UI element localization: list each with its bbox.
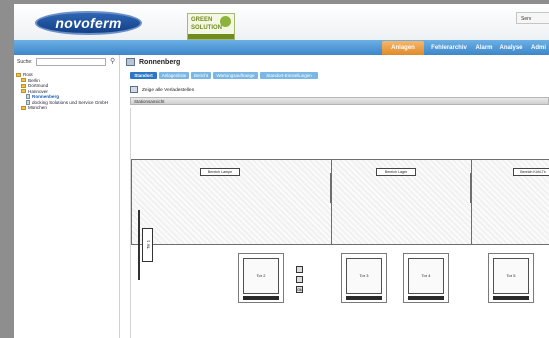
app-window: novoferm GREEN SOLUTION Serv Anlagen Feh… [14, 4, 549, 338]
folder-icon [21, 83, 26, 88]
side-door-label: Tor 1 [145, 240, 151, 249]
dock-leveler [346, 296, 382, 300]
show-all-checkbox[interactable] [130, 86, 138, 93]
tab-analyse[interactable]: Analyse [498, 41, 524, 55]
door-panel: Tor 4 [408, 258, 444, 294]
tree-item-label: docking Solutions und Service GmbH [32, 99, 109, 105]
logo-text: novoferm [55, 15, 122, 31]
partner-logo-line1: GREEN [191, 17, 213, 23]
sidebar: Suche: ⚲ Root Berlin Dortmund Hannover R… [14, 55, 120, 338]
side-door-tor-1[interactable]: Tor 1 [142, 228, 153, 262]
user-menu-button[interactable]: Serv [516, 12, 549, 24]
dock-leveler [493, 296, 529, 300]
tab-standort-einstellungen[interactable]: Standort-Einstellungen [260, 72, 318, 79]
location-icon [126, 58, 135, 66]
main-content: Ronnenberg Standort Anlagenliste Bericht… [126, 55, 549, 338]
tree-item-label: Hannover [28, 88, 48, 94]
zone-label: Bereich Kühl-Tk [513, 168, 549, 176]
door-tor-4[interactable]: Tor 4 [403, 253, 449, 303]
tree-item-label: Root [23, 72, 33, 77]
wall-opening [470, 173, 472, 203]
zone-label: Bereich Lampe [200, 168, 240, 176]
leaf-icon [220, 16, 231, 27]
zone-1[interactable]: Bereich Lampe [131, 159, 332, 245]
indicator-icon[interactable] [296, 266, 303, 273]
main-nav: Anlagen Fehlerarchiv Alarm Analyse Admi [14, 40, 549, 55]
tab-admin[interactable]: Admi [528, 41, 549, 55]
door-label: Tor 5 [506, 273, 516, 278]
location-tree: Root Berlin Dortmund Hannover Ronnenberg… [16, 72, 108, 111]
door-tor-5[interactable]: Tor 5 [488, 253, 534, 303]
folder-icon [16, 72, 21, 77]
door-panel: Tor 5 [493, 258, 529, 294]
tab-anlagen[interactable]: Anlagen [382, 41, 424, 55]
zone-3[interactable]: Bereich Kühl-Tk [471, 159, 549, 245]
tab-fehlerarchiv[interactable]: Fehlerarchiv [428, 41, 470, 55]
partner-logo: GREEN SOLUTION [187, 13, 235, 40]
wall-opening [330, 173, 332, 203]
search-icon[interactable]: ⚲ [110, 58, 118, 66]
zone-2[interactable]: Bereich Lager [331, 159, 472, 245]
user-button-label: Serv [521, 16, 532, 22]
page-title-text: Ronnenberg [139, 58, 181, 66]
door-label: Tor 2 [256, 273, 266, 278]
partner-logo-bar [188, 34, 234, 39]
door-panel: Tor 2 [243, 258, 279, 294]
door-status-indicators: Ok [296, 266, 303, 296]
search-label: Suche: [17, 59, 33, 65]
floor-plan: Bereich Lampe Bereich Lager Bereich Kühl… [130, 108, 549, 338]
view-toolbar: Zeige alle Verladestellen [130, 86, 194, 93]
search-input[interactable] [36, 58, 106, 66]
side-wall-marker [138, 210, 140, 280]
tree-item-label: Berlin [28, 77, 40, 83]
zone-label: Bereich Lager [376, 168, 416, 176]
tree-item-label: Ronnenberg [32, 94, 60, 99]
folder-icon [21, 78, 26, 83]
tree-item-label: München [28, 105, 47, 110]
section-title: Stationsansicht [134, 99, 165, 104]
tree-item-label: Dortmund [28, 83, 49, 88]
partner-logo-line2: SOLUTION [191, 25, 222, 31]
door-tor-3[interactable]: Tor 3 [341, 253, 387, 303]
door-label: Tor 3 [359, 273, 369, 278]
tab-wartungsauftraege[interactable]: Wartungsauftraege [213, 72, 258, 79]
door-label: Tor 4 [421, 273, 431, 278]
page-title: Ronnenberg [126, 58, 180, 67]
ok-icon[interactable]: Ok [296, 286, 303, 293]
folder-icon [21, 105, 26, 110]
novoferm-logo[interactable]: novoferm [35, 11, 142, 35]
tab-anlagenliste[interactable]: Anlagenliste [159, 72, 189, 79]
search-row: Suche: ⚲ [14, 58, 119, 67]
tab-alarm[interactable]: Alarm [472, 41, 496, 55]
dock-leveler [243, 296, 279, 300]
door-tor-2[interactable]: Tor 2 [238, 253, 284, 303]
dock-leveler [408, 296, 444, 300]
tab-standort[interactable]: Standort [130, 72, 157, 79]
tree-item-muenchen[interactable]: München [16, 105, 108, 111]
show-all-label: Zeige alle Verladestellen [142, 87, 195, 93]
section-header: Stationsansicht [130, 97, 549, 105]
bar-icon[interactable] [296, 276, 303, 283]
folder-icon [21, 89, 26, 94]
tab-bericht[interactable]: Bericht [191, 72, 211, 79]
door-panel: Tor 3 [346, 258, 382, 294]
